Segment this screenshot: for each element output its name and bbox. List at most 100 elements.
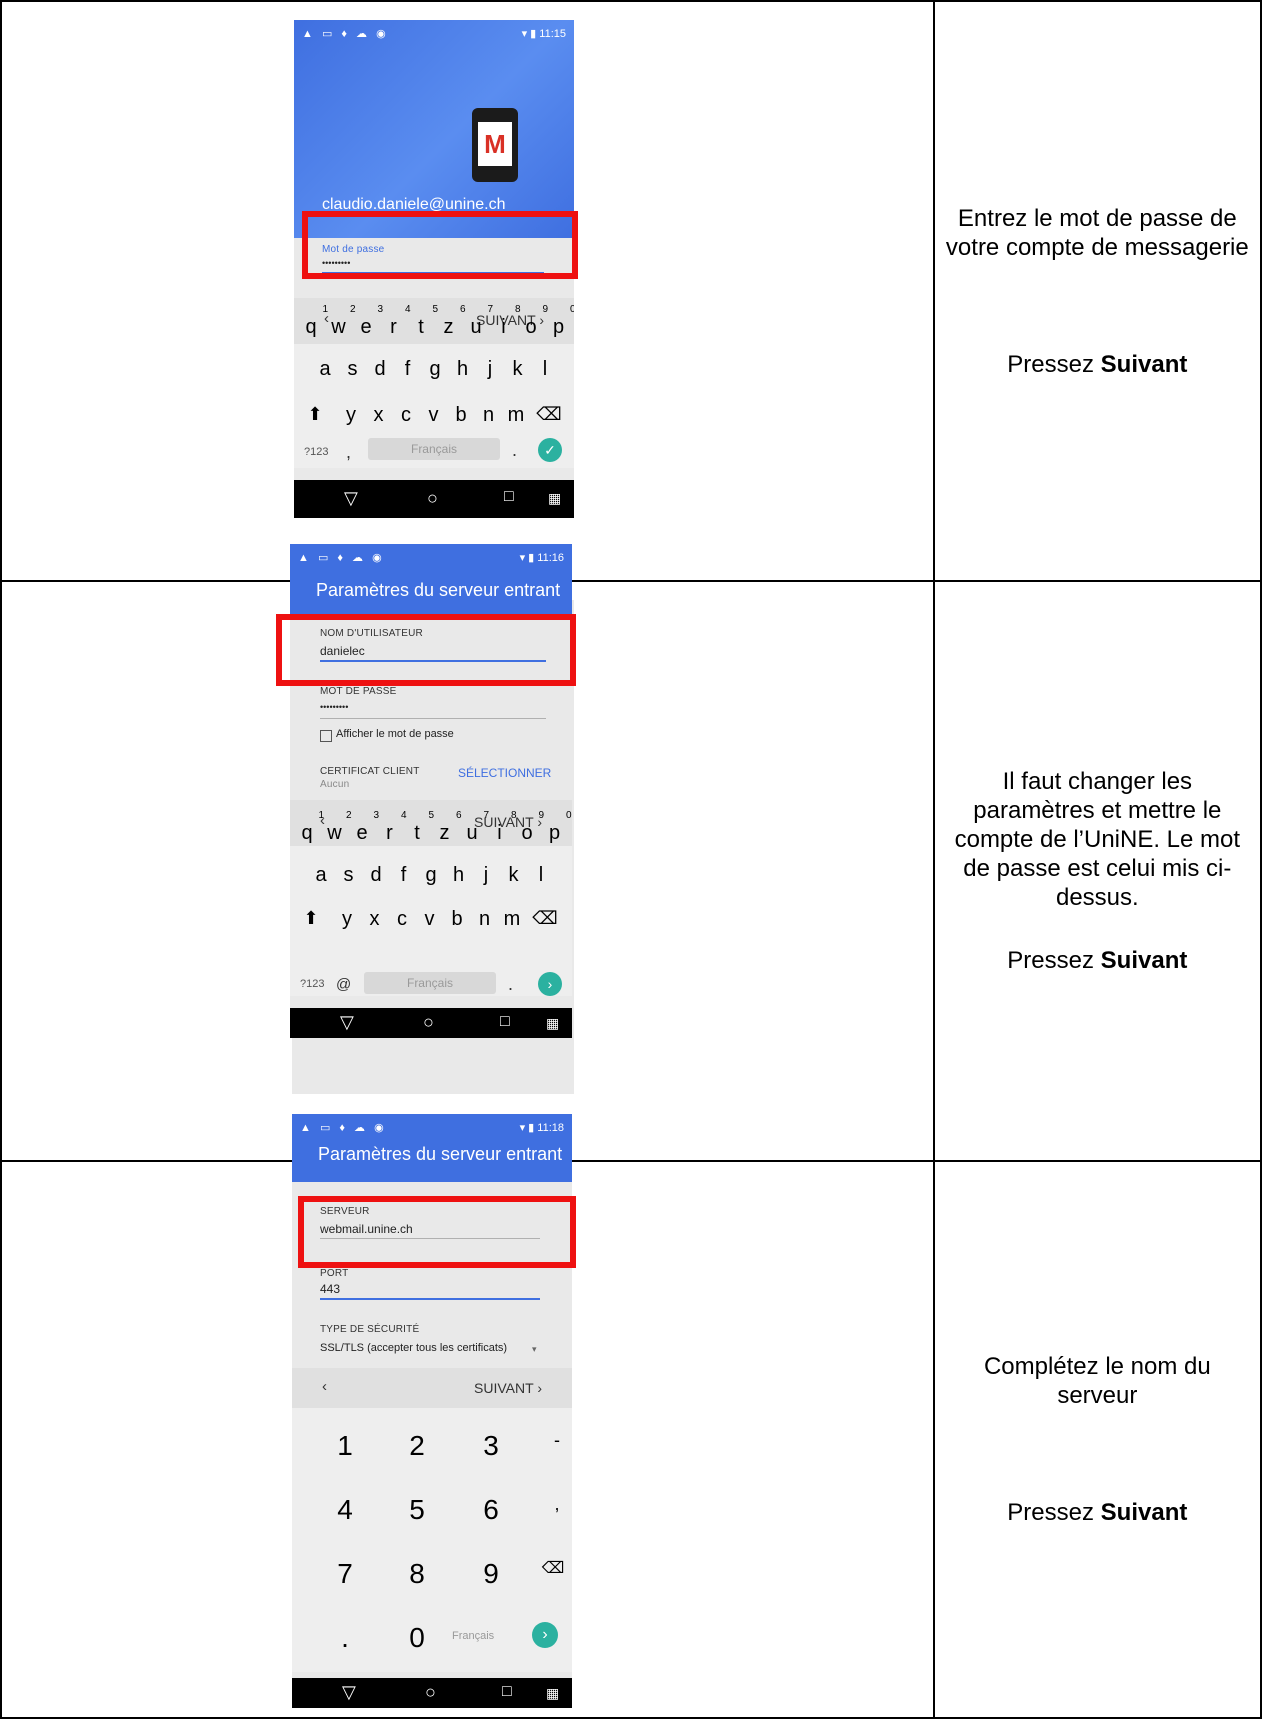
next-button[interactable]: SUIVANT › [474,1380,542,1396]
key-r[interactable]: r4 [375,810,406,845]
key-g[interactable]: g [416,864,446,887]
key-y[interactable]: y [332,908,362,931]
backspace-key-icon[interactable]: ⌫ [538,1558,568,1578]
key-w[interactable]: w2 [320,810,351,845]
numpad-key-9[interactable]: 9 [476,1558,506,1590]
comma-key[interactable]: , [346,442,351,463]
numpad-key-0[interactable]: 0 [402,1622,432,1654]
select-certificate-button[interactable]: SÉLECTIONNER [458,766,551,780]
key-a[interactable]: a [306,864,336,887]
security-type-select[interactable]: SSL/TLS (accepter tous les certificats) [320,1342,507,1354]
key-x[interactable]: x [364,404,394,427]
recents-nav-icon[interactable]: □ [504,488,514,506]
key-c[interactable]: c [387,908,417,931]
next-arrow-icon[interactable]: › [538,972,562,996]
keyboard-nav-icon[interactable]: ▦ [546,1685,559,1702]
numpad-key-2[interactable]: 2 [402,1430,432,1462]
show-password-checkbox[interactable] [320,730,332,742]
key-i[interactable]: i8 [489,304,520,339]
key-c[interactable]: c [391,404,421,427]
numpad-key-comma[interactable]: , [542,1494,572,1515]
key-m[interactable]: m [497,908,527,931]
backspace-key-icon[interactable]: ⌫ [534,404,564,425]
home-nav-icon[interactable]: ○ [427,488,438,509]
key-k[interactable]: k [499,864,529,887]
back-nav-icon[interactable]: ▽ [340,1012,354,1033]
key-t[interactable]: t5 [402,810,434,845]
key-a[interactable]: a [310,358,340,381]
key-o[interactable]: o9 [512,810,544,845]
symbols-key[interactable]: ?123 [304,446,328,458]
key-b[interactable]: b [446,404,476,427]
key-d[interactable]: d [361,864,391,887]
key-n[interactable]: n [470,908,500,931]
backspace-key-icon[interactable]: ⌫ [530,908,560,929]
next-arrow-icon[interactable]: › [532,1622,558,1648]
key-w[interactable]: w2 [324,304,355,339]
key-z[interactable]: z6 [430,810,462,845]
key-q[interactable]: q1 [292,810,324,845]
numpad-key-1[interactable]: 1 [330,1430,360,1462]
back-nav-icon[interactable]: ▽ [344,488,358,509]
key-x[interactable]: x [360,908,390,931]
key-k[interactable]: k [503,358,533,381]
key-s[interactable]: s [334,864,364,887]
numpad-key-4[interactable]: 4 [330,1494,360,1526]
key-e[interactable]: e3 [351,304,383,339]
dropdown-arrow-icon[interactable]: ▾ [532,1344,537,1355]
keyboard-nav-icon[interactable]: ▦ [546,1015,559,1032]
key-r[interactable]: r4 [379,304,410,339]
key-g[interactable]: g [420,358,450,381]
key-s[interactable]: s [338,358,368,381]
key-n[interactable]: n [474,404,504,427]
numpad-key-period[interactable]: . [330,1622,360,1654]
key-j[interactable]: j [471,864,501,887]
numpad-key-minus[interactable]: - [542,1430,572,1451]
recents-nav-icon[interactable]: □ [502,1683,512,1701]
at-key[interactable]: @ [336,976,351,993]
key-d[interactable]: d [365,358,395,381]
key-m[interactable]: m [501,404,531,427]
key-b[interactable]: b [442,908,472,931]
numpad-key-3[interactable]: 3 [476,1430,506,1462]
key-y[interactable]: y [336,404,366,427]
key-t[interactable]: t5 [406,304,438,339]
done-check-icon[interactable]: ✓ [538,438,562,462]
key-h[interactable]: h [448,358,478,381]
key-v[interactable]: v [419,404,449,427]
key-o[interactable]: o9 [516,304,548,339]
recents-nav-icon[interactable]: □ [500,1013,510,1031]
password-input[interactable]: ••••••••• [320,702,348,712]
key-v[interactable]: v [415,908,445,931]
key-e[interactable]: e3 [347,810,379,845]
key-p[interactable]: p0 [540,810,572,845]
back-arrow-icon[interactable]: ‹ [322,1378,327,1395]
home-nav-icon[interactable]: ○ [423,1012,434,1033]
key-u[interactable]: u7 [457,810,489,845]
space-key[interactable]: Français [452,1630,494,1642]
period-key[interactable]: . [512,440,517,461]
numpad-key-5[interactable]: 5 [402,1494,432,1526]
keyboard-nav-icon[interactable]: ▦ [548,490,561,507]
space-key[interactable]: Français [364,972,496,994]
back-nav-icon[interactable]: ▽ [342,1682,356,1703]
key-u[interactable]: u7 [461,304,493,339]
key-j[interactable]: j [475,358,505,381]
numpad-key-7[interactable]: 7 [330,1558,360,1590]
period-key[interactable]: . [508,974,513,995]
key-z[interactable]: z6 [434,304,466,339]
shift-key-icon[interactable]: ⬆ [296,908,326,929]
key-p[interactable]: p0 [544,304,574,339]
key-h[interactable]: h [444,864,474,887]
port-input[interactable]: 443 [320,1282,340,1296]
shift-key-icon[interactable]: ⬆ [300,404,330,425]
numpad-key-8[interactable]: 8 [402,1558,432,1590]
symbols-key[interactable]: ?123 [300,978,324,990]
key-f[interactable]: f [389,864,419,887]
key-f[interactable]: f [393,358,423,381]
home-nav-icon[interactable]: ○ [425,1682,436,1703]
key-l[interactable]: l [526,864,556,887]
key-q[interactable]: q1 [296,304,328,339]
key-l[interactable]: l [530,358,560,381]
key-i[interactable]: i8 [485,810,516,845]
